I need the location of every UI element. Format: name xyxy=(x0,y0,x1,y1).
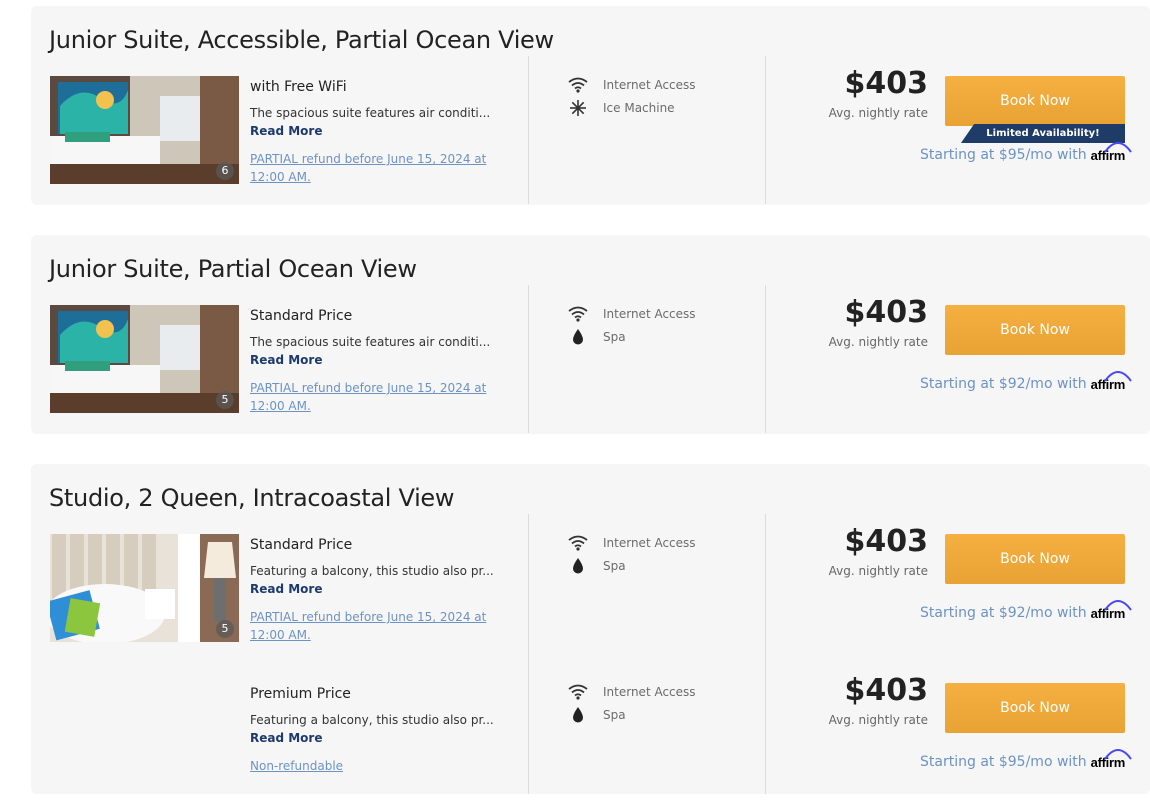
wifi-icon xyxy=(568,305,588,323)
nightly-price: $403 xyxy=(844,295,929,330)
rate-option: 5 Standard Price Featuring a balcony, th… xyxy=(31,514,1150,662)
rate-name: with Free WiFi xyxy=(250,79,347,95)
refund-policy-link[interactable]: PARTIAL refund before June 15, 2024 at 1… xyxy=(250,608,490,644)
rate-description: The spacious suite features air conditi.… xyxy=(250,335,491,349)
read-more-link[interactable]: Read More xyxy=(250,582,323,596)
affirm-logo: affirm xyxy=(1091,371,1132,392)
photo-count-badge: 5 xyxy=(216,620,234,638)
affirm-logo: affirm xyxy=(1091,749,1132,770)
rate-description: Featuring a balcony, this studio also pr… xyxy=(250,564,494,578)
room-photo-image xyxy=(50,534,239,642)
room-card: Junior Suite, Partial Ocean View 5 Stand… xyxy=(31,235,1150,434)
price-label: Avg. nightly rate xyxy=(828,564,928,578)
amenity-label: Spa xyxy=(603,708,626,722)
amenity-label: Internet Access xyxy=(603,307,696,321)
read-more-link[interactable]: Read More xyxy=(250,731,323,745)
affirm-financing[interactable]: Starting at $95/mo with affirm xyxy=(920,142,1132,163)
rate-description: Featuring a balcony, this studio also pr… xyxy=(250,713,494,727)
refund-policy-link[interactable]: PARTIAL refund before June 15, 2024 at 1… xyxy=(250,150,490,186)
wifi-icon xyxy=(568,683,588,701)
nightly-price: $403 xyxy=(844,673,929,708)
book-now-button[interactable]: Book Now xyxy=(945,683,1125,733)
affirm-financing[interactable]: Starting at $92/mo with affirm xyxy=(920,600,1132,621)
amenity-internet: Internet Access xyxy=(568,76,696,94)
room-photo[interactable]: 5 xyxy=(50,534,239,642)
affirm-text: Starting at $92/mo with xyxy=(920,605,1087,621)
affirm-logo: affirm xyxy=(1091,600,1132,621)
read-more-link[interactable]: Read More xyxy=(250,353,323,367)
rate-name: Standard Price xyxy=(250,537,353,553)
drop-icon xyxy=(568,557,588,575)
rate-option: 5 Standard Price The spacious suite feat… xyxy=(31,285,1150,433)
room-title: Studio, 2 Queen, Intracoastal View xyxy=(49,484,455,512)
column-divider xyxy=(765,56,766,204)
rate-option: 6 with Free WiFi The spacious suite feat… xyxy=(31,56,1150,204)
column-divider xyxy=(528,285,529,433)
rate-name: Premium Price xyxy=(250,686,351,702)
book-now-button[interactable]: Book Now xyxy=(945,76,1125,126)
amenity-label: Ice Machine xyxy=(603,101,675,115)
read-more-link[interactable]: Read More xyxy=(250,124,323,138)
room-photo[interactable]: 5 xyxy=(50,305,239,413)
price-label: Avg. nightly rate xyxy=(828,106,928,120)
affirm-logo: affirm xyxy=(1091,142,1132,163)
room-title: Junior Suite, Accessible, Partial Ocean … xyxy=(49,26,554,54)
room-card: Studio, 2 Queen, Intracoastal View 5 Sta… xyxy=(31,464,1150,794)
amenity-spa: Spa xyxy=(568,706,626,724)
photo-count-badge: 5 xyxy=(216,391,234,409)
book-now-button[interactable]: Book Now xyxy=(945,534,1125,584)
wifi-icon xyxy=(568,76,588,94)
amenity-label: Internet Access xyxy=(603,78,696,92)
amenity-label: Internet Access xyxy=(603,685,696,699)
affirm-text: Starting at $95/mo with xyxy=(920,147,1087,163)
affirm-financing[interactable]: Starting at $95/mo with affirm xyxy=(920,749,1132,770)
drop-icon xyxy=(568,328,588,346)
amenity-label: Spa xyxy=(603,559,626,573)
rate-option: Premium Price Featuring a balcony, this … xyxy=(31,663,1150,811)
price-label: Avg. nightly rate xyxy=(828,713,928,727)
amenity-internet: Internet Access xyxy=(568,534,696,552)
amenity-spa: Spa xyxy=(568,328,626,346)
room-photo-image xyxy=(50,305,239,413)
book-now-button[interactable]: Book Now xyxy=(945,305,1125,355)
column-divider xyxy=(528,56,529,204)
room-photo-image xyxy=(50,76,239,184)
room-title: Junior Suite, Partial Ocean View xyxy=(49,255,417,283)
amenity-label: Spa xyxy=(603,330,626,344)
amenity-internet: Internet Access xyxy=(568,683,696,701)
amenity-ice-machine: Ice Machine xyxy=(568,99,675,117)
price-label: Avg. nightly rate xyxy=(828,335,928,349)
snowflake-icon xyxy=(568,99,588,117)
amenity-internet: Internet Access xyxy=(568,305,696,323)
column-divider xyxy=(765,285,766,433)
wifi-icon xyxy=(568,534,588,552)
amenity-label: Internet Access xyxy=(603,536,696,550)
limited-availability-badge: Limited Availability! xyxy=(961,124,1125,143)
room-photo[interactable]: 6 xyxy=(50,76,239,184)
refund-policy-link[interactable]: Non-refundable xyxy=(250,757,490,775)
affirm-financing[interactable]: Starting at $92/mo with affirm xyxy=(920,371,1132,392)
nightly-price: $403 xyxy=(844,524,929,559)
affirm-text: Starting at $92/mo with xyxy=(920,376,1087,392)
affirm-text: Starting at $95/mo with xyxy=(920,754,1087,770)
rate-name: Standard Price xyxy=(250,308,353,324)
nightly-price: $403 xyxy=(844,66,929,101)
room-card: Junior Suite, Accessible, Partial Ocean … xyxy=(31,6,1150,205)
rate-description: The spacious suite features air conditi.… xyxy=(250,106,491,120)
drop-icon xyxy=(568,706,588,724)
photo-count-badge: 6 xyxy=(216,162,234,180)
amenity-spa: Spa xyxy=(568,557,626,575)
refund-policy-link[interactable]: PARTIAL refund before June 15, 2024 at 1… xyxy=(250,379,490,415)
